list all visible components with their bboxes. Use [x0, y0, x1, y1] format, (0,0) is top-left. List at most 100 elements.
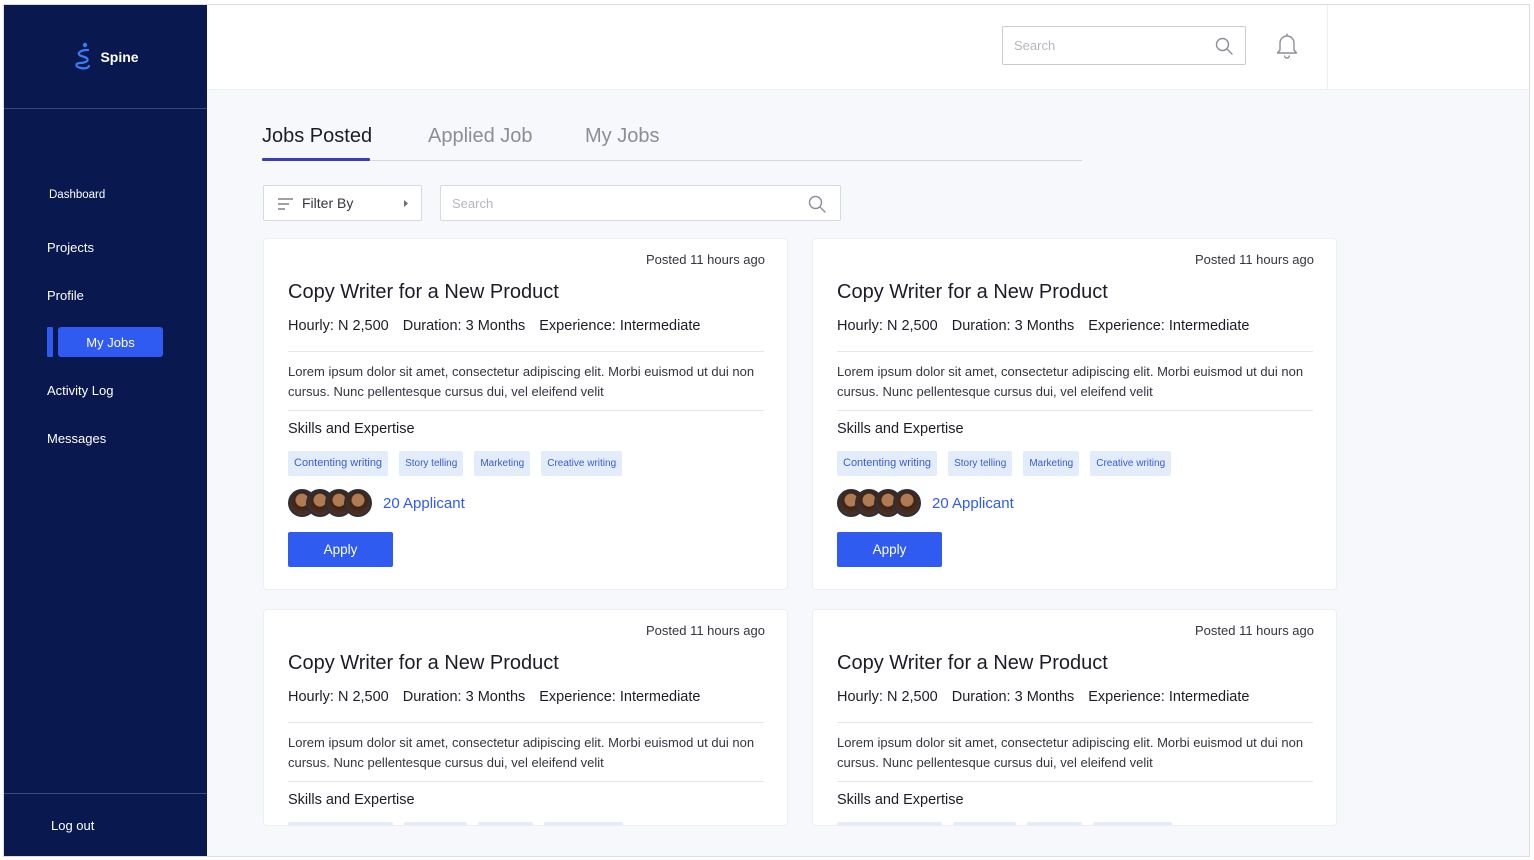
applicants-row: 20 Applicant: [288, 489, 465, 517]
job-meta: Hourly: N 2,500 Duration: 3 Months Experie…: [837, 689, 1263, 705]
hourly-rate: Hourly: N 2,500: [837, 689, 938, 705]
sidebar-item-messages[interactable]: Messages: [47, 431, 106, 446]
applicant-count-link[interactable]: 20 Applicant: [932, 495, 1014, 512]
job-title[interactable]: Copy Writer for a New Product: [288, 652, 559, 675]
skill-chip[interactable]: Creative writing: [541, 451, 623, 476]
skill-chip[interactable]: [544, 822, 623, 825]
skill-chip[interactable]: Creative writing: [1090, 451, 1172, 476]
job-card: Posted 11 hours ago Copy Writer for a Ne…: [263, 609, 788, 826]
header-search: [1002, 26, 1246, 65]
duration: Duration: 3 Months: [951, 318, 1075, 334]
sidebar-item-profile[interactable]: Profile: [47, 288, 84, 303]
skill-chip[interactable]: [1027, 822, 1082, 825]
sidebar-item-activity-log[interactable]: Activity Log: [47, 383, 113, 398]
skills-heading: Skills and Expertise: [837, 792, 964, 808]
hourly-rate: Hourly: N 2,500: [288, 689, 389, 705]
sidebar-item-dashboard[interactable]: Dashboard: [49, 189, 105, 201]
filter-by-button[interactable]: Filter By: [263, 185, 422, 221]
job-meta: Hourly: N 2,500 Duration: 3 Months Experie…: [288, 689, 714, 705]
skills-list: [837, 822, 1172, 825]
search-icon[interactable]: [1214, 36, 1234, 56]
skill-chip[interactable]: [404, 822, 467, 825]
job-title[interactable]: Copy Writer for a New Product: [837, 652, 1108, 675]
apply-button[interactable]: Apply: [837, 532, 942, 567]
filter-icon: [278, 198, 293, 210]
job-meta: Hourly: N 2,500 Duration: 3 Months Experie…: [837, 318, 1263, 334]
experience-level: Experience: Intermediate: [1088, 318, 1250, 334]
tab-jobs-posted[interactable]: Jobs Posted: [262, 125, 372, 148]
job-tabs: Jobs Posted Applied Job My Jobs: [262, 121, 1082, 161]
posted-time: Posted 11 hours ago: [645, 252, 765, 267]
divider: [4, 793, 207, 794]
experience-level: Experience: Intermediate: [539, 689, 701, 705]
posted-time: Posted 11 hours ago: [645, 623, 765, 638]
avatar: [344, 489, 372, 517]
job-meta: Hourly: N 2,500 Duration: 3 Months Experie…: [288, 318, 714, 334]
tab-my-jobs[interactable]: My Jobs: [585, 125, 659, 148]
skill-chip[interactable]: Story telling: [399, 451, 464, 476]
duration: Duration: 3 Months: [951, 689, 1075, 705]
job-search-input[interactable]: [452, 186, 632, 220]
job-description: Lorem ipsum dolor sit amet, consectetur …: [288, 735, 755, 770]
divider: [837, 781, 1313, 782]
sidebar: Spine Dashboard Projects Profile My Jobs…: [4, 5, 207, 856]
top-bar: [207, 5, 1529, 90]
job-card: Posted 11 hours ago Copy Writer for a Ne…: [812, 238, 1337, 590]
bell-icon[interactable]: [1274, 31, 1300, 59]
skills-list: Contenting writing Story telling Marketi…: [837, 451, 1172, 476]
brand[interactable]: Spine: [4, 5, 207, 109]
spine-logo-icon: [75, 42, 91, 69]
active-tab-underline: [262, 158, 370, 161]
sidebar-item-my-jobs[interactable]: My Jobs: [58, 327, 163, 357]
search-icon[interactable]: [807, 194, 827, 214]
posted-time: Posted 11 hours ago: [1194, 252, 1314, 267]
divider: [837, 722, 1313, 723]
avatar: [893, 489, 921, 517]
divider: [837, 351, 1313, 352]
applicant-avatars: [837, 489, 921, 517]
skill-chip[interactable]: [1093, 822, 1172, 825]
skill-chip[interactable]: Marketing: [1023, 451, 1080, 476]
hourly-rate: Hourly: N 2,500: [288, 318, 389, 334]
experience-level: Experience: Intermediate: [1088, 689, 1250, 705]
divider: [288, 781, 764, 782]
divider: [837, 410, 1313, 411]
applicant-avatars: [288, 489, 372, 517]
header-search-input[interactable]: [1014, 27, 1194, 64]
skills-heading: Skills and Expertise: [837, 421, 964, 437]
skill-chip[interactable]: Contenting writing: [288, 451, 389, 476]
job-title[interactable]: Copy Writer for a New Product: [837, 281, 1108, 304]
divider: [288, 722, 764, 723]
skill-chip[interactable]: Story telling: [948, 451, 1013, 476]
skill-chip[interactable]: [288, 822, 393, 825]
skill-chip[interactable]: Contenting writing: [837, 451, 938, 476]
job-card: Posted 11 hours ago Copy Writer for a Ne…: [263, 238, 788, 590]
skill-chip[interactable]: [478, 822, 533, 825]
divider: [288, 351, 764, 352]
caret-right-icon: [404, 200, 408, 207]
logout-link[interactable]: Log out: [51, 818, 94, 833]
job-description: Lorem ipsum dolor sit amet, consectetur …: [837, 735, 1304, 770]
skills-list: [288, 822, 623, 825]
job-search: [440, 185, 841, 221]
applicant-count-link[interactable]: 20 Applicant: [383, 495, 465, 512]
duration: Duration: 3 Months: [402, 318, 526, 334]
hourly-rate: Hourly: N 2,500: [837, 318, 938, 334]
divider: [288, 410, 764, 411]
experience-level: Experience: Intermediate: [539, 318, 701, 334]
applicants-row: 20 Applicant: [837, 489, 1014, 517]
skill-chip[interactable]: [953, 822, 1016, 825]
tab-applied-job[interactable]: Applied Job: [428, 125, 533, 148]
divider: [1327, 5, 1328, 90]
filter-label: Filter By: [302, 195, 354, 211]
skills-heading: Skills and Expertise: [288, 421, 415, 437]
sidebar-item-projects[interactable]: Projects: [47, 240, 94, 255]
skill-chip[interactable]: [837, 822, 942, 825]
brand-name: Spine: [100, 48, 139, 65]
skill-chip[interactable]: Marketing: [474, 451, 531, 476]
job-title[interactable]: Copy Writer for a New Product: [288, 281, 559, 304]
duration: Duration: 3 Months: [402, 689, 526, 705]
apply-button[interactable]: Apply: [288, 532, 393, 567]
job-description: Lorem ipsum dolor sit amet, consectetur …: [288, 364, 755, 399]
app-window: Spine Dashboard Projects Profile My Jobs…: [3, 4, 1530, 857]
